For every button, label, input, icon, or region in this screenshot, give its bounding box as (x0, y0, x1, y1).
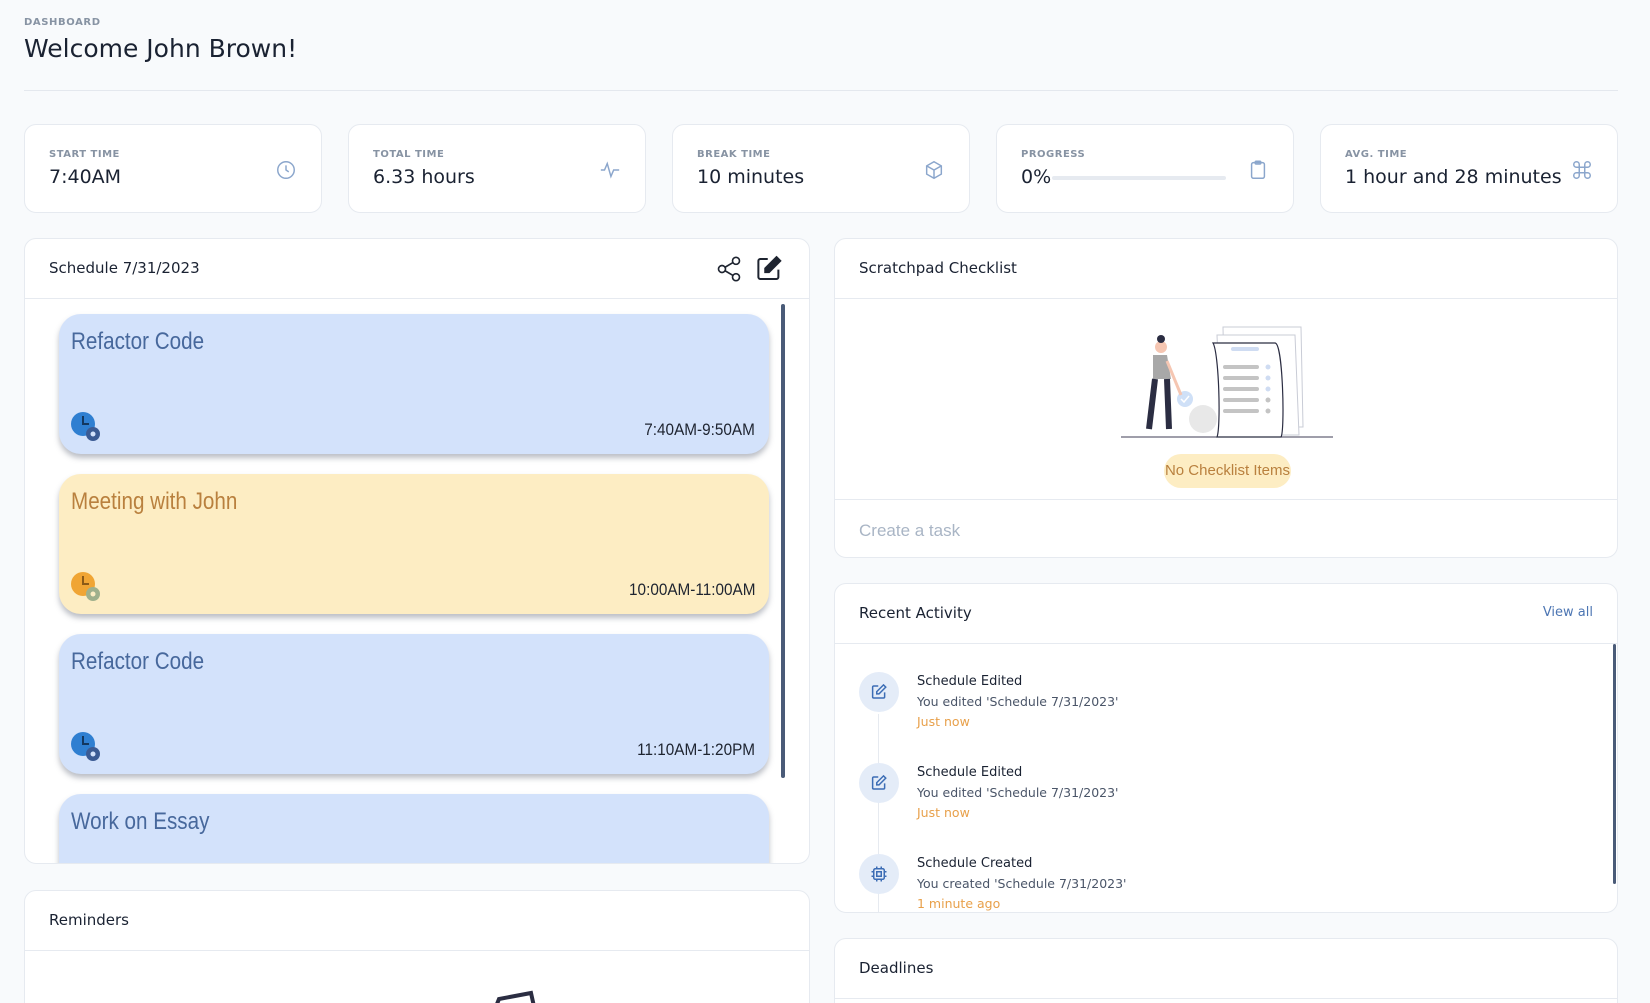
stat-label: BREAK TIME (697, 149, 771, 160)
reminders-title: Reminders (49, 911, 129, 929)
activity-title: Recent Activity (859, 604, 972, 622)
activity-title: Schedule Edited (917, 765, 1023, 780)
checklist-header: Scratchpad Checklist (835, 239, 1617, 299)
event-time: 11:10AM-1:20PM (637, 740, 755, 759)
activity-description: You edited 'Schedule 7/31/2023' (917, 785, 1119, 800)
stat-value: 10 minutes (697, 166, 805, 188)
stat-value: 1 hour and 28 minutes (1345, 166, 1562, 188)
activity-item[interactable]: Schedule Created You created 'Schedule 7… (859, 854, 1559, 912)
clock-icon (277, 161, 295, 179)
stat-card-total-time: TOTAL TIME 6.33 hours (348, 124, 646, 213)
checklist-panel: Scratchpad Checklist No Checklist Items (834, 238, 1618, 558)
reminders-header: Reminders (25, 891, 809, 951)
event-title: Refactor Code (71, 328, 205, 355)
activity-time: Just now (917, 714, 970, 729)
page-title: Welcome John Brown! (24, 34, 298, 63)
share-icon[interactable] (715, 255, 743, 283)
event-time: 10:00AM-11:00AM (628, 580, 755, 599)
activity-item[interactable]: Schedule Edited You edited 'Schedule 7/3… (859, 763, 1559, 843)
stat-card-break-time: BREAK TIME 10 minutes (672, 124, 970, 213)
deadlines-title: Deadlines (859, 959, 934, 977)
stat-label: TOTAL TIME (373, 149, 445, 160)
event-time: 7:40AM-9:50AM (644, 420, 755, 439)
cpu-icon (859, 854, 899, 894)
stat-value: 7:40AM (49, 166, 122, 188)
deadlines-header: Deadlines (835, 939, 1617, 999)
create-task-input[interactable] (859, 517, 1579, 545)
activity-time: Just now (917, 805, 970, 820)
edit-icon (859, 672, 899, 712)
box-icon (925, 160, 943, 180)
activity-title: Schedule Edited (917, 674, 1023, 689)
stat-label: START TIME (49, 149, 120, 160)
edit-icon (859, 763, 899, 803)
schedule-list[interactable]: Refactor Code 7:40AM-9:50AM Meeting with… (25, 300, 809, 863)
edit-schedule-icon[interactable] (754, 254, 784, 284)
task-divider (835, 499, 1617, 500)
clock-gear-icon (71, 572, 100, 601)
event-card[interactable]: Meeting with John 10:00AM-11:00AM (59, 474, 769, 614)
stat-label: PROGRESS (1021, 149, 1086, 160)
activity-title: Schedule Created (917, 856, 1033, 871)
clipboard-icon (1250, 160, 1266, 179)
activity-header: Recent Activity View all (835, 584, 1617, 644)
command-icon (1573, 161, 1591, 179)
clock-gear-icon (71, 732, 100, 761)
empty-checklist-badge: No Checklist Items (1164, 454, 1291, 488)
event-title: Meeting with John (71, 488, 238, 515)
activity-item[interactable]: Schedule Edited You edited 'Schedule 7/3… (859, 672, 1559, 752)
stat-card-progress: PROGRESS 0% (996, 124, 1294, 213)
event-card[interactable]: Refactor Code 7:40AM-9:50AM (59, 314, 769, 454)
activity-description: You edited 'Schedule 7/31/2023' (917, 694, 1119, 709)
activity-time: 1 minute ago (917, 896, 1001, 911)
activity-description: You created 'Schedule 7/31/2023' (917, 876, 1127, 891)
activity-scrollbar[interactable] (1613, 644, 1616, 884)
reminders-illustration (495, 990, 536, 1003)
checklist-title: Scratchpad Checklist (859, 259, 1017, 277)
reminders-panel: Reminders (24, 890, 810, 1003)
event-card[interactable]: Work on Essay (59, 794, 769, 863)
stat-value: 0% (1021, 166, 1052, 188)
header-divider (24, 90, 1618, 91)
event-title: Refactor Code (71, 648, 205, 675)
event-title: Work on Essay (71, 808, 210, 835)
progress-bar (1052, 176, 1226, 180)
view-all-link[interactable]: View all (1543, 605, 1593, 620)
schedule-panel: Schedule 7/31/2023 Refactor Code 7:40AM-… (24, 238, 810, 864)
stat-label: AVG. TIME (1345, 149, 1408, 160)
stat-card-start-time: START TIME 7:40AM (24, 124, 322, 213)
clock-gear-icon (71, 412, 100, 441)
stat-card-avg-time: AVG. TIME 1 hour and 28 minutes (1320, 124, 1618, 213)
page-overline: DASHBOARD (24, 17, 101, 28)
schedule-scrollbar[interactable] (781, 304, 785, 778)
deadlines-panel: Deadlines (834, 938, 1618, 1003)
activity-icon (600, 161, 620, 179)
recent-activity-panel: Recent Activity View all Schedule Edited… (834, 583, 1618, 913)
event-card[interactable]: Refactor Code 11:10AM-1:20PM (59, 634, 769, 774)
schedule-header: Schedule 7/31/2023 (25, 239, 809, 299)
stat-value: 6.33 hours (373, 166, 475, 188)
empty-checklist-illustration (1121, 326, 1333, 438)
schedule-title: Schedule 7/31/2023 (49, 259, 200, 277)
